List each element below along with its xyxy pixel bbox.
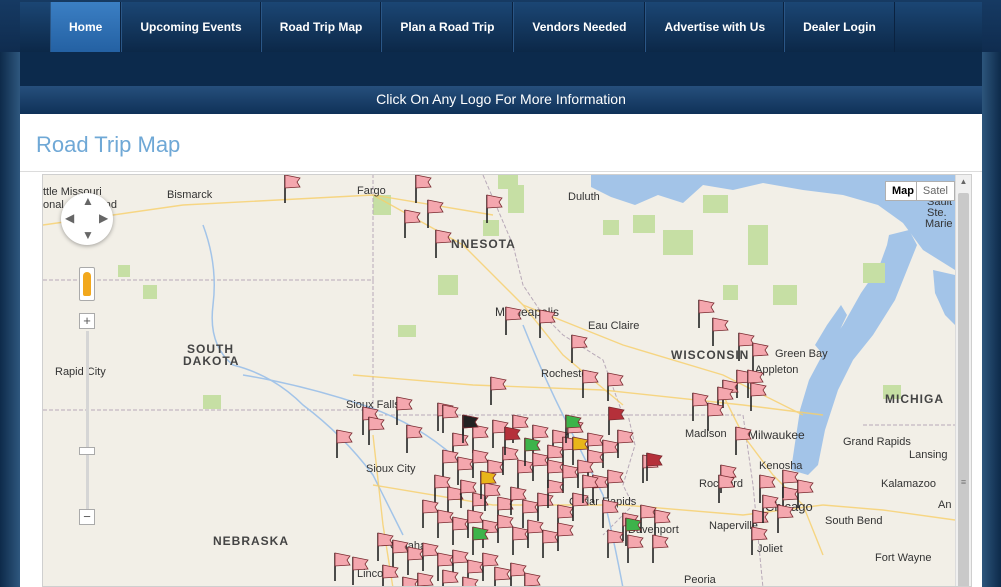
state-label-south-dakota-2: DAKOTA <box>183 354 239 368</box>
city-label-kenosha: Kenosha <box>759 460 803 472</box>
zoom-out-button[interactable]: − <box>79 509 95 525</box>
street-view-pegman-icon[interactable] <box>79 267 95 301</box>
city-label-green-bay: Green Bay <box>775 348 828 360</box>
zoom-slider-handle[interactable] <box>79 447 95 455</box>
top-navigation-bar: Home Upcoming Events Road Trip Map Plan … <box>0 0 1001 52</box>
city-label-fort-wayne: Fort Wayne <box>875 552 931 564</box>
city-label-milwaukee: Milwaukee <box>748 428 805 442</box>
city-label-joliet: Joliet <box>757 543 783 555</box>
title-divider <box>20 171 982 172</box>
nav-menu: Home Upcoming Events Road Trip Map Plan … <box>20 2 982 52</box>
city-label-eau-claire: Eau Claire <box>588 320 639 332</box>
nav-item-plan-a-road-trip[interactable]: Plan a Road Trip <box>381 2 514 52</box>
nav-item-home[interactable]: Home <box>50 2 122 52</box>
city-label-south-bend: South Bend <box>825 515 883 527</box>
pan-left-icon[interactable]: ◀ <box>65 211 74 225</box>
map-type-satellite-button[interactable]: Satel <box>915 181 955 201</box>
zoom-slider-track[interactable] <box>86 331 89 511</box>
page-title: Road Trip Map <box>36 132 181 157</box>
city-label-sault-3: Marie <box>925 218 953 230</box>
state-label-minnesota: NNESOTA <box>451 237 516 251</box>
city-label-fargo: Fargo <box>357 185 386 197</box>
main-content: Road Trip Map NNESOTA SOUTH DAKOTA WISCO… <box>20 114 982 587</box>
state-label-wisconsin: WISCONSIN <box>671 348 749 362</box>
nav-item-advertise-with-us[interactable]: Advertise with Us <box>645 2 785 52</box>
city-label-duluth: Duluth <box>568 191 600 203</box>
city-label-ann-arbor: An <box>938 499 951 511</box>
nav-item-road-trip-map[interactable]: Road Trip Map <box>260 2 382 52</box>
vertical-scrollbar[interactable]: ▲ ≡ <box>955 175 971 586</box>
map-canvas[interactable]: NNESOTA SOUTH DAKOTA WISCONSIN NEBRASKA … <box>43 175 955 587</box>
scroll-up-arrow-icon[interactable]: ▲ <box>958 177 969 189</box>
header-band <box>20 52 982 86</box>
city-label-madison: Madison <box>685 428 727 440</box>
nav-item-dealer-login[interactable]: Dealer Login <box>784 2 895 52</box>
city-label-peoria: Peoria <box>684 574 717 586</box>
city-label-rapid-city: Rapid City <box>55 366 106 378</box>
city-label-sioux-city: Sioux City <box>366 463 416 475</box>
city-label-lansing: Lansing <box>909 449 948 461</box>
map-pan-control[interactable]: ▲ ◀ ▶ ▼ <box>61 193 113 245</box>
state-label-nebraska: NEBRASKA <box>213 534 289 548</box>
city-label-grand-rapids: Grand Rapids <box>843 436 911 448</box>
pan-down-icon[interactable]: ▼ <box>82 228 94 242</box>
city-label-bismarck: Bismarck <box>167 189 213 201</box>
road-trip-map[interactable]: NNESOTA SOUTH DAKOTA WISCONSIN NEBRASKA … <box>42 174 972 587</box>
scrollbar-grip-icon: ≡ <box>960 477 967 487</box>
city-label-naperville: Naperville <box>709 520 758 532</box>
state-label-michigan: MICHIGA <box>885 392 944 406</box>
info-banner: Click On Any Logo For More Information <box>20 86 982 114</box>
pan-up-icon[interactable]: ▲ <box>82 194 94 208</box>
city-label-kalamazoo: Kalamazoo <box>881 478 936 490</box>
scrollbar-thumb[interactable] <box>958 193 969 586</box>
nav-item-vendors-needed[interactable]: Vendors Needed <box>513 2 646 52</box>
nav-item-upcoming-events[interactable]: Upcoming Events <box>121 2 261 52</box>
pan-right-icon[interactable]: ▶ <box>99 211 108 225</box>
zoom-in-button[interactable]: + <box>79 313 95 329</box>
